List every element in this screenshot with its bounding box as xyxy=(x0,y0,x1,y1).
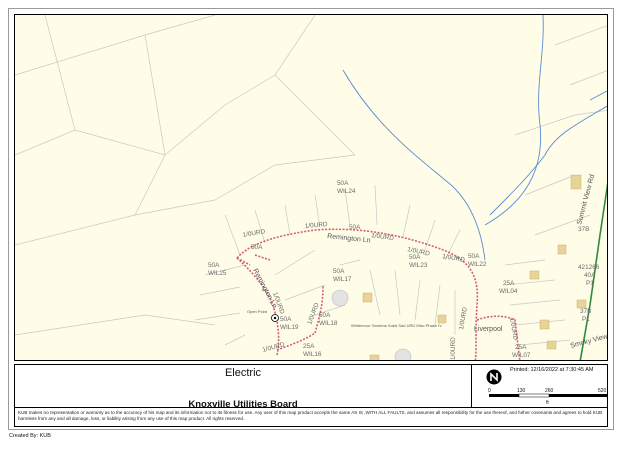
label-wil07-rating: 25A xyxy=(515,344,527,351)
label-wil07-id: WIL07 xyxy=(512,352,531,359)
legend-box: Printed: 12/16/2022 at 7:30:45 AM 0 130 … xyxy=(471,364,610,408)
street-liverpool: Liverpool xyxy=(474,326,503,333)
scale-tick-label: 130 xyxy=(517,388,526,394)
street-remington-west: Remington Ln xyxy=(251,268,278,310)
label-wil19-id: WIL19 xyxy=(280,324,299,331)
conductor-label: 1/0URD xyxy=(371,232,395,242)
label-wil04-id: WIL04 xyxy=(499,288,518,295)
label-wil22-rating: 50A xyxy=(468,253,480,260)
conductor-label: 1/0URD xyxy=(262,341,286,354)
parcel-lines xyxy=(15,15,607,346)
label-wil25-id: WIL25 xyxy=(208,270,227,277)
printed-timestamp: Printed: 12/16/2022 at 7:30:45 AM xyxy=(510,367,594,373)
map-viewport[interactable]: 50A WIL25 50A 50A WIL24 50A 50A WIL17 50… xyxy=(14,14,608,361)
conductor-label: 1/0URD xyxy=(305,221,329,230)
cul-de-sac xyxy=(394,348,412,360)
label-wil24-id: WIL24 xyxy=(337,188,356,195)
label-p1b-id: P1 xyxy=(582,316,590,323)
conductor-label: 1/0URD xyxy=(508,317,519,341)
label-wil18-rating: 50A xyxy=(319,312,331,319)
map-printout: 50A WIL25 50A 50A WIL24 50A 50A WIL17 50… xyxy=(0,0,624,449)
label-wil17-rating: 50A xyxy=(333,268,345,275)
label-p1a-rating: 421266 xyxy=(578,264,600,271)
conductor-label: 1/0URD xyxy=(242,228,266,239)
north-arrow-icon xyxy=(486,369,502,385)
cul-de-sac xyxy=(331,289,349,307)
label-37b-top: 37B xyxy=(578,226,589,233)
label-wil16-rating: 25A xyxy=(303,343,315,350)
title-block: Electric Knoxville Utilities Board Print… xyxy=(14,364,610,410)
scale-tick-label: 260 xyxy=(545,388,554,394)
label-wil19-rating: 50A xyxy=(280,316,292,323)
label-wil18-id: WIL18 xyxy=(319,320,338,327)
label-p1b-rating: 37B xyxy=(580,308,591,315)
label-wil25-small-rating: 50A xyxy=(251,244,263,251)
conductor-label: 1/0URD xyxy=(450,337,457,360)
label-wil04-rating: 25A xyxy=(503,280,515,287)
street-smoky-view: Smoky View xyxy=(570,333,608,350)
scale-tick-label: 0 xyxy=(488,388,491,394)
label-wil24-small: 50A xyxy=(349,224,361,231)
label-p1a-code: 40A xyxy=(584,272,596,279)
label-wil22-id: WIL22 xyxy=(468,261,487,268)
building-footprints xyxy=(362,174,587,360)
disclaimer: KUB makes no representation or warranty … xyxy=(14,408,608,427)
conductor-label: 1/0URD xyxy=(442,253,466,264)
label-wil23-id: WIL23 xyxy=(409,262,428,269)
map-title: Electric xyxy=(224,367,262,379)
label-wil16-id: WIL16 xyxy=(303,351,322,358)
street-remington: Remington Ln xyxy=(327,233,371,245)
scale-tick-label: 520 xyxy=(598,388,607,394)
created-by: Created By: KUB xyxy=(9,433,51,439)
scale-bar: 0 130 260 520 ft xyxy=(488,388,607,406)
scale-unit: ft xyxy=(546,400,549,406)
subdivision-label: Whitemoor Gardens Subd Sad URD Misc Phas… xyxy=(351,323,442,328)
open-point-device xyxy=(271,314,279,322)
open-point-label: Open Point xyxy=(247,309,268,314)
label-wil17-id: WIL17 xyxy=(333,276,352,283)
map-canvas: 50A WIL25 50A 50A WIL24 50A 50A WIL17 50… xyxy=(15,15,608,360)
label-wil24-rating: 50A xyxy=(337,180,349,187)
label-wil25-rating: 50A xyxy=(208,262,220,269)
conductor-label: 1/0URD xyxy=(458,306,469,330)
label-p1a-id: P1 xyxy=(586,280,594,287)
